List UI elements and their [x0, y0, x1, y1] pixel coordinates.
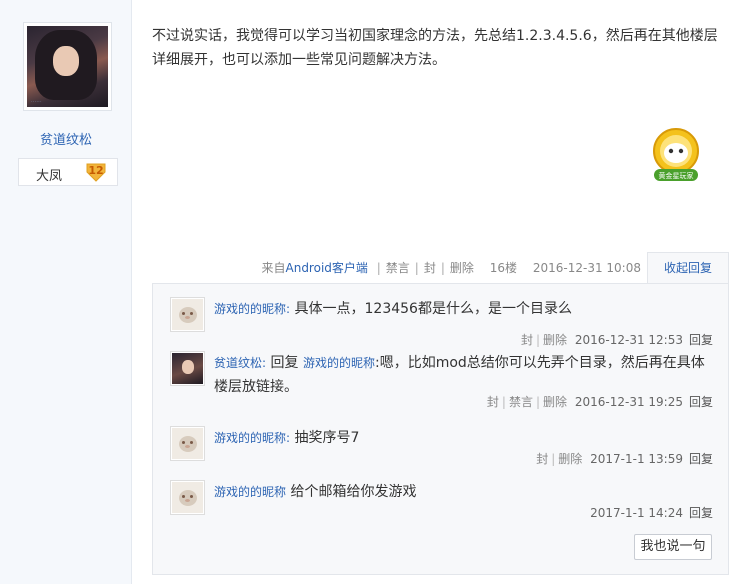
badge-name: 大凤 — [36, 169, 63, 184]
reply-list: 游戏的的昵称: 具体一点，123456都是什么，是一个目录么 封 | 删除 2016… — [152, 283, 729, 575]
collapse-replies-button[interactable]: 收起回复 — [647, 252, 729, 284]
reply-text: 抽奖序号7 — [294, 430, 360, 446]
reply-meta: 封 | 删除 2017-1-1 13:59 回复 — [536, 452, 713, 466]
reply-ban-link[interactable]: 禁言 — [509, 395, 533, 409]
reply-nick[interactable]: 游戏的的昵称 — [214, 302, 286, 316]
reply-block-link[interactable]: 封 — [536, 452, 548, 466]
source-client-link[interactable]: Android客户端 — [286, 261, 368, 275]
author-avatar[interactable]: ...... — [23, 22, 112, 111]
reply-time: 2017-1-1 13:59 — [590, 452, 683, 466]
source-prefix: 来自 — [261, 261, 286, 275]
reply-nick[interactable]: 游戏的的昵称 — [214, 431, 286, 445]
reply-to-nick[interactable]: 游戏的的昵称 — [303, 356, 375, 370]
reply-nick[interactable]: 游戏的的昵称 — [214, 485, 286, 499]
reply-button[interactable]: 回复 — [689, 333, 713, 347]
post-time: 2016-12-31 10:08 — [532, 261, 641, 275]
author-avatar-image: ...... — [27, 26, 108, 107]
reply-item: 游戏的的昵称 给个邮箱给你发游戏 2017-1-1 14:24 回复 — [170, 480, 713, 526]
author-username[interactable]: 贫道纹松 — [0, 129, 132, 148]
reply-item: 贫道纹松: 回复 游戏的的昵称:嗯，比如mod总结你可以先弄个目录，然后再在具体… — [170, 351, 713, 421]
reply-avatar[interactable] — [170, 426, 205, 461]
reply-block-link[interactable]: 封 — [521, 333, 533, 347]
reply-meta: 封 | 禁言 | 删除 2016-12-31 19:25 回复 — [486, 395, 713, 409]
reply-time: 2017-1-1 14:24 — [590, 506, 683, 520]
member-badge[interactable]: 大凤 12 — [18, 158, 118, 186]
reply-text: 给个邮箱给你发游戏 — [290, 484, 417, 500]
reply-block-link[interactable]: 封 — [487, 395, 499, 409]
reply-item: 游戏的的昵称: 抽奖序号7 封 | 删除 2017-1-1 13:59 回复 — [170, 426, 713, 476]
floor-number: 16楼 — [489, 261, 518, 275]
delete-link[interactable]: 删除 — [450, 261, 474, 275]
reply-body: 贫道纹松: 回复 游戏的的昵称:嗯，比如mod总结你可以先弄个目录，然后再在具体… — [214, 355, 705, 395]
reply-avatar[interactable] — [170, 351, 205, 386]
reply-time: 2016-12-31 19:25 — [574, 395, 683, 409]
post-content: 不过说实话，我觉得可以学习当初国家理念的方法，先总结1.2.3.4.5.6，然后… — [152, 28, 718, 68]
reply-body: 游戏的的昵称: 具体一点，123456都是什么，是一个目录么 — [214, 301, 572, 317]
reply-time: 2016-12-31 12:53 — [574, 333, 683, 347]
post-meta: 来自Android客户端 | 禁言 | 封 | 删除 16楼 2016-12-31 10:… — [261, 261, 641, 275]
reply-button[interactable]: 回复 — [689, 506, 713, 520]
reply-text: 具体一点，123456都是什么，是一个目录么 — [294, 301, 572, 317]
reply-meta: 2017-1-1 14:24 回复 — [586, 504, 713, 521]
reply-delete-link[interactable]: 删除 — [543, 395, 567, 409]
reply-body: 游戏的的昵称 给个邮箱给你发游戏 — [214, 480, 714, 504]
reply-button[interactable]: 回复 — [689, 395, 713, 409]
ban-link[interactable]: 禁言 — [386, 261, 410, 275]
badge-level-number: 12 — [88, 164, 104, 177]
reply-item: 游戏的的昵称: 具体一点，123456都是什么，是一个目录么 封 | 删除 2016… — [170, 297, 713, 357]
block-link[interactable]: 封 — [424, 261, 436, 275]
reply-avatar[interactable] — [170, 480, 205, 515]
reply-nick[interactable]: 贫道纹松 — [214, 356, 262, 370]
reply-meta: 封 | 删除 2016-12-31 12:53 回复 — [520, 333, 713, 347]
say-something-button[interactable]: 我也说一句 — [634, 534, 712, 560]
author-sidebar: ...... 贫道纹松 大凤 12 — [0, 0, 132, 584]
reply-button[interactable]: 回复 — [689, 452, 713, 466]
gold-star-player-medal-icon: 黄金星玩家 — [648, 127, 704, 185]
medal-label: 黄金星玩家 — [659, 171, 694, 180]
reply-body: 游戏的的昵称: 抽奖序号7 — [214, 430, 360, 446]
reply-delete-link[interactable]: 删除 — [543, 333, 567, 347]
level-badge-icon: 12 — [85, 162, 107, 182]
reply-delete-link[interactable]: 删除 — [558, 452, 582, 466]
reply-avatar[interactable] — [170, 297, 205, 332]
